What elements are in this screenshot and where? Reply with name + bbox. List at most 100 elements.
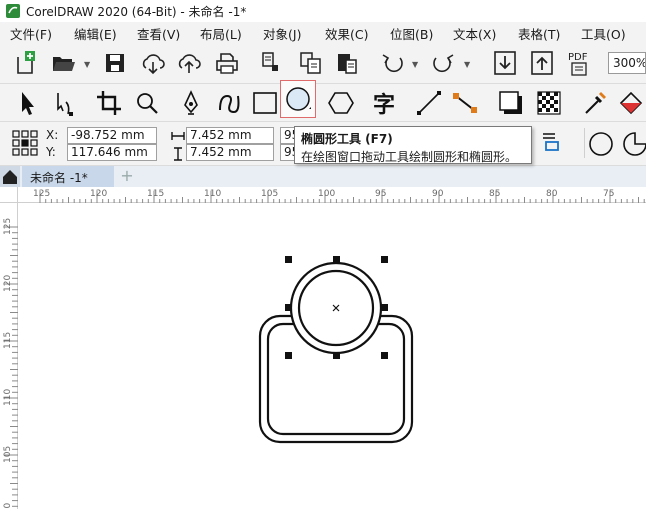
polygon-tool-icon[interactable] [326,88,356,118]
paste-icon[interactable] [296,48,326,78]
shape-tool-icon[interactable] [50,88,80,118]
ruler-label: 105 [261,189,278,199]
menu-effects[interactable]: 效果(C) [325,24,368,43]
handle-bottom-right[interactable] [381,352,388,359]
ruler-label: 125 [3,218,13,235]
reference-point-icon[interactable] [12,130,38,156]
connector-tool-icon[interactable] [450,88,480,118]
width-field[interactable]: 7.452 mm [186,127,274,144]
home-tab[interactable] [0,166,20,187]
rectangle-tool-icon[interactable] [250,88,280,118]
drawing-area[interactable] [19,204,646,509]
cloud-download-icon[interactable] [138,48,168,78]
crop-tool-icon[interactable] [94,88,124,118]
text-tool-glyph: 字 [373,92,395,118]
x-label: X: [46,128,59,142]
coreldraw-logo-icon [6,4,20,18]
handle-middle-left[interactable] [285,304,292,311]
copy-icon[interactable] [258,48,288,78]
chevron-down-icon[interactable]: ▼ [464,60,470,69]
x-position-field[interactable]: -98.752 mm [67,127,157,144]
toolbox: 字 [0,80,646,122]
drawing-canvas[interactable] [19,204,646,509]
pen-tool-icon[interactable] [176,88,206,118]
artistic-media-icon[interactable] [214,88,244,118]
transparency-icon[interactable] [534,88,564,118]
handle-top-right[interactable] [381,256,388,263]
pdf-label: PDF [568,52,588,63]
dimension-tool-icon[interactable] [414,88,444,118]
import-icon[interactable] [490,48,520,78]
height-field[interactable]: 7.452 mm [186,144,274,161]
menu-bitmaps[interactable]: 位图(B) [390,24,433,43]
ellipse-mode-icon[interactable] [588,131,614,157]
new-document-icon[interactable] [10,48,40,78]
menu-view[interactable]: 查看(V) [137,24,180,43]
open-folder-icon[interactable] [48,48,78,78]
tooltip-title: 椭圆形工具 (F7) [301,132,393,146]
ruler-label: 120 [3,275,13,292]
ruler-label: 75 [603,189,614,199]
standard-toolbar: ▼ ▼ ▼ PDF [0,42,646,84]
text-wrap-icon[interactable] [540,130,562,154]
title-bar: CorelDRAW 2020 (64-Bit) - 未命名 -1* [0,0,646,22]
tooltip: 椭圆形工具 (F7) 在绘图窗口拖动工具绘制圆形和椭圆形。 [294,126,532,164]
ruler-label: 115 [3,332,13,349]
drop-shadow-icon[interactable] [496,88,526,118]
y-position-field[interactable]: 117.646 mm [67,144,157,161]
fill-icon[interactable] [616,88,646,118]
zoom-tool-icon[interactable] [132,88,162,118]
ellipse-tool-icon[interactable] [280,80,316,118]
ruler-origin[interactable] [0,187,18,203]
handle-top-center[interactable] [333,256,340,263]
chevron-down-icon[interactable]: ▼ [412,60,418,69]
menu-edit[interactable]: 编辑(E) [74,24,117,43]
ruler-label: 120 [90,189,107,199]
ruler-label: 105 [3,446,13,463]
horizontal-ruler: 125 120 115 110 105 100 95 90 85 80 75 [18,187,646,203]
menu-object[interactable]: 对象(J) [263,24,301,43]
menu-table[interactable]: 表格(T) [518,24,560,43]
document-tab[interactable]: 未命名 -1* [22,166,114,187]
ruler-label: 125 [33,189,50,199]
ruler-ticks: 125 120 115 110 105 100 [3,218,18,509]
publish-pdf-icon[interactable]: PDF [566,48,596,78]
handle-bottom-left[interactable] [285,352,292,359]
ruler-label: 115 [147,189,164,199]
ruler-label: 80 [546,189,558,199]
handle-middle-right[interactable] [381,304,388,311]
home-icon [3,170,17,184]
tooltip-description: 在绘图窗口拖动工具绘制圆形和椭圆形。 [301,150,518,164]
menu-file[interactable]: 文件(F) [10,24,52,43]
ruler-label: 110 [204,189,221,199]
ruler-label: 110 [3,389,13,406]
text-tool-icon[interactable]: 字 [370,88,400,118]
ruler-label: 100 [3,503,13,509]
handle-top-left[interactable] [285,256,292,263]
ruler-label: 90 [432,189,444,199]
undo-icon[interactable] [378,48,408,78]
menu-bar: 文件(F) 编辑(E) 查看(V) 布局(L) 对象(J) 效果(C) 位图(B… [0,22,646,42]
export-icon[interactable] [527,48,557,78]
eyedropper-icon[interactable] [580,88,610,118]
menu-tools[interactable]: 工具(O) [581,24,626,43]
clipboard-icon[interactable] [332,48,362,78]
cloud-upload-icon[interactable] [174,48,204,78]
window-title: CorelDRAW 2020 (64-Bit) - 未命名 -1* [26,5,247,19]
vertical-ruler: 125 120 115 110 105 100 [0,187,18,509]
chevron-down-icon[interactable]: ▼ [84,60,90,69]
menu-text[interactable]: 文本(X) [453,24,496,43]
pie-mode-icon[interactable] [622,131,646,157]
height-icon [174,147,182,161]
menu-layout[interactable]: 布局(L) [200,24,242,43]
handle-bottom-center[interactable] [333,352,340,359]
ruler-ticks: 125 120 115 110 105 100 95 90 85 80 75 [33,189,645,203]
pick-tool-icon[interactable] [12,88,42,118]
redo-icon[interactable] [428,48,458,78]
save-icon[interactable] [100,48,130,78]
add-tab-button[interactable]: + [117,166,137,187]
ruler-label: 85 [489,189,500,199]
print-icon[interactable] [212,48,242,78]
width-icon [171,132,185,140]
zoom-level-field[interactable]: 300% [608,52,646,74]
